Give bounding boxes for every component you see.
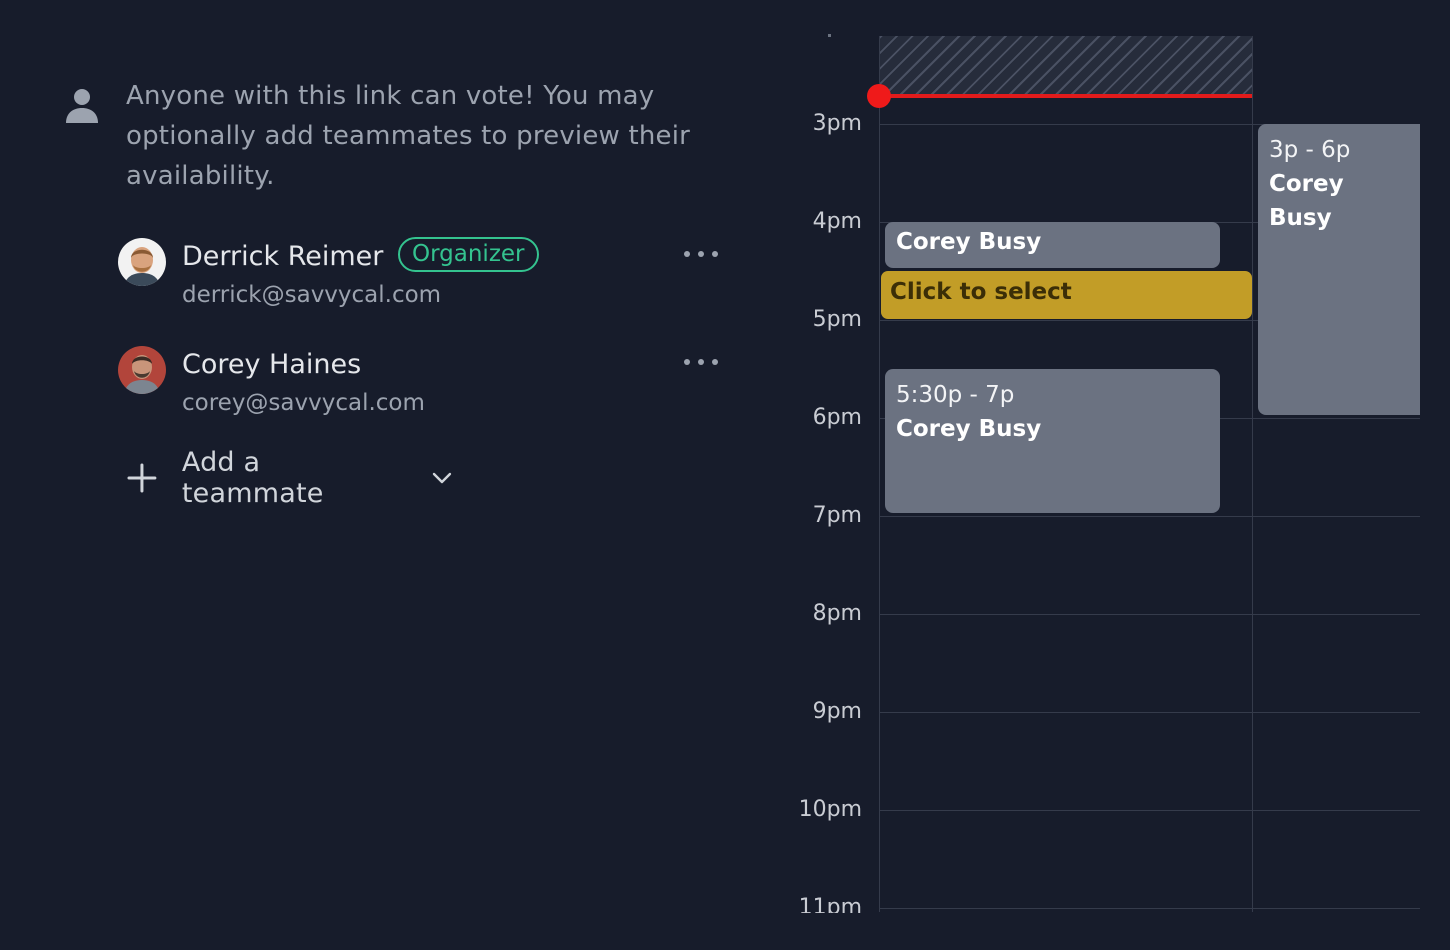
hour-label: 3pm — [812, 111, 862, 136]
select-slot-label: Click to select — [890, 279, 1072, 305]
tick-mark — [828, 34, 831, 37]
current-time-line — [880, 94, 1252, 98]
hour-label: 8pm — [812, 601, 862, 626]
hour-line — [879, 516, 1420, 517]
hour-label: 4pm — [812, 209, 862, 234]
calendar-grid: 3pm 4pm 5pm 6pm 7pm 8pm 9pm 10pm 11pm Co… — [0, 0, 1450, 950]
hour-line — [879, 810, 1420, 811]
hour-line — [879, 712, 1420, 713]
event-time: 3p - 6p — [1269, 137, 1351, 163]
busy-event[interactable]: 3p - 6p Corey Busy — [1258, 124, 1420, 415]
past-time-area — [880, 36, 1252, 96]
day-divider — [879, 36, 880, 912]
day-divider — [1252, 36, 1253, 912]
event-title: Corey Busy — [896, 416, 1042, 442]
event-title: Corey Busy — [896, 229, 1042, 255]
select-slot[interactable]: Click to select — [881, 271, 1252, 319]
availability-page: Anyone with this link can vote! You may … — [0, 0, 1450, 950]
hour-label: 6pm — [812, 405, 862, 430]
hour-label: 5pm — [812, 307, 862, 332]
busy-event[interactable]: Corey Busy — [885, 222, 1220, 268]
busy-event[interactable]: 5:30p - 7p Corey Busy — [885, 369, 1220, 513]
current-time-dot — [867, 84, 891, 108]
event-time: 5:30p - 7p — [896, 382, 1015, 408]
hour-line — [879, 614, 1420, 615]
hour-label: 9pm — [812, 699, 862, 724]
hour-line — [879, 908, 1420, 909]
event-title: Corey Busy — [1269, 171, 1344, 231]
hour-label: 11pm — [798, 895, 862, 913]
hour-label: 10pm — [798, 797, 862, 822]
hour-label: 7pm — [812, 503, 862, 528]
